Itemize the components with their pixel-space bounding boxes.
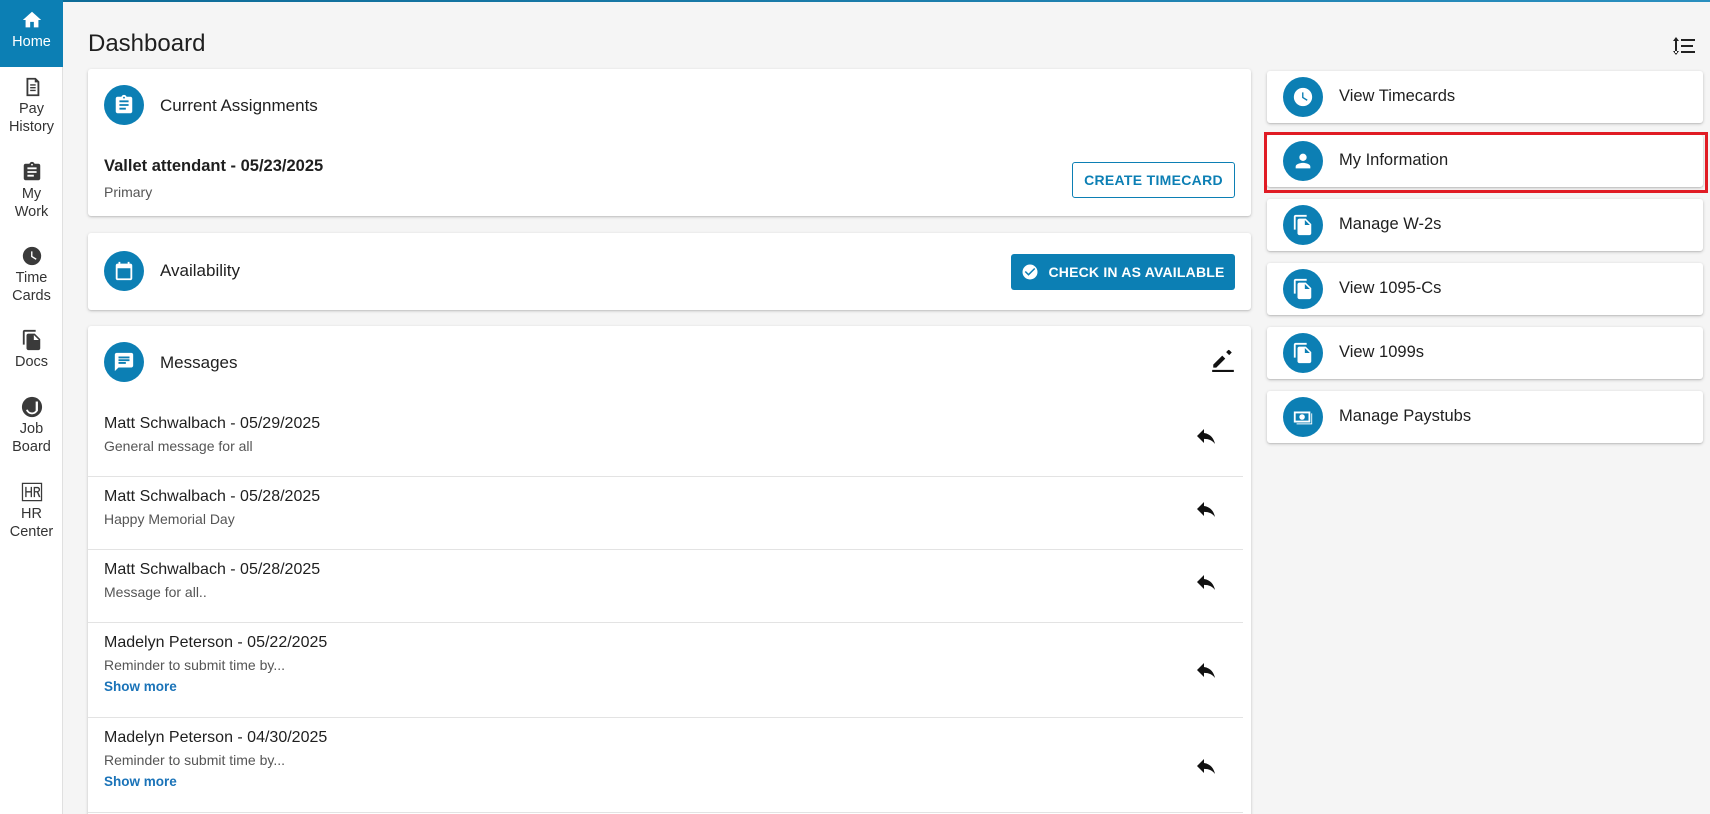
quick-link-label: View 1095-Cs — [1339, 279, 1442, 297]
quick-link-view-1095cs[interactable]: View 1095-Cs — [1267, 263, 1703, 315]
sidebar-item-job-board[interactable]: Job Board — [0, 396, 63, 456]
reorder-icon[interactable] — [1672, 34, 1696, 58]
sidebar-item-pay-history[interactable]: Pay History — [0, 76, 63, 136]
quick-link-manage-w2s[interactable]: Manage W-2s — [1267, 199, 1703, 251]
documents-icon — [1283, 333, 1323, 373]
quick-link-manage-paystubs[interactable]: Manage Paystubs — [1267, 391, 1703, 443]
message-item[interactable]: Matt Schwalbach - 05/29/2025 General mes… — [88, 404, 1243, 477]
messages-card: Messages Matt Schwalbach - 05/29/2025 Ge… — [88, 326, 1251, 814]
message-item[interactable]: Madelyn Peterson - 05/22/2025 Reminder t… — [88, 623, 1243, 718]
message-item[interactable]: Madelyn Peterson - 04/30/2025 Reminder t… — [88, 718, 1243, 813]
reply-icon[interactable] — [1194, 754, 1218, 778]
show-more-link[interactable]: Show more — [104, 774, 177, 789]
documents-icon — [21, 329, 43, 351]
clipboard-icon — [21, 161, 43, 183]
quick-link-label: My Information — [1339, 151, 1449, 169]
reply-icon[interactable] — [1194, 658, 1218, 682]
sidebar-item-time-cards[interactable]: Time Cards — [0, 245, 63, 305]
message-title: Madelyn Peterson - 04/30/2025 — [104, 729, 328, 746]
receipt-icon — [21, 76, 43, 98]
assignment-name: Vallet attendant - 05/23/2025 — [104, 157, 324, 175]
quick-link-label: View 1099s — [1339, 343, 1425, 361]
message-body: Reminder to submit time by... — [104, 657, 286, 673]
clock-icon — [21, 245, 43, 267]
reply-icon[interactable] — [1194, 497, 1218, 521]
sidebar-item-my-work[interactable]: My Work — [0, 161, 63, 221]
documents-icon — [1283, 269, 1323, 309]
job-board-icon — [21, 396, 43, 418]
availability-title: Availability — [160, 261, 241, 280]
quick-link-label: Manage Paystubs — [1339, 407, 1472, 425]
availability-card: Availability CHECK IN AS AVAILABLE — [88, 233, 1251, 310]
clock-icon — [1283, 77, 1323, 117]
hr-icon — [20, 481, 44, 503]
message-item[interactable]: Matt Schwalbach - 05/28/2025 Message for… — [88, 550, 1243, 623]
sidebar-item-docs[interactable]: Docs — [0, 329, 63, 372]
message-body: General message for all — [104, 438, 253, 454]
assignments-title: Current Assignments — [160, 96, 318, 115]
message-body: Happy Memorial Day — [104, 511, 235, 527]
sidebar-item-hr-center[interactable]: HR Center — [0, 481, 63, 541]
documents-icon — [1283, 205, 1323, 245]
message-icon — [104, 342, 144, 382]
quick-link-my-information[interactable]: My Information — [1267, 135, 1703, 187]
create-timecard-button[interactable]: CREATE TIMECARD — [1072, 162, 1235, 198]
message-item[interactable]: Matt Schwalbach - 05/28/2025 Happy Memor… — [88, 477, 1243, 550]
current-assignments-card: Current Assignments Vallet attendant - 0… — [88, 69, 1251, 216]
home-icon — [21, 9, 43, 31]
person-icon — [1283, 141, 1323, 181]
quick-link-view-timecards[interactable]: View Timecards — [1267, 71, 1703, 123]
message-title: Matt Schwalbach - 05/28/2025 — [104, 561, 321, 578]
page-title: Dashboard — [88, 30, 206, 57]
message-title: Matt Schwalbach - 05/28/2025 — [104, 488, 321, 505]
clipboard-icon — [104, 85, 144, 125]
quick-link-label: Manage W-2s — [1339, 215, 1442, 233]
paystub-icon — [1283, 397, 1323, 437]
reply-icon[interactable] — [1194, 570, 1218, 594]
quick-link-view-1099s[interactable]: View 1099s — [1267, 327, 1703, 379]
top-accent-bar — [0, 0, 1710, 2]
check-in-available-button[interactable]: CHECK IN AS AVAILABLE — [1011, 254, 1235, 290]
reply-icon[interactable] — [1194, 424, 1218, 448]
quick-link-label: View Timecards — [1339, 87, 1456, 105]
sidebar-item-home[interactable]: Home — [0, 0, 63, 67]
message-body: Reminder to submit time by... — [104, 752, 286, 768]
message-title: Madelyn Peterson - 05/22/2025 — [104, 634, 328, 651]
show-more-link[interactable]: Show more — [104, 679, 177, 694]
calendar-icon — [104, 251, 144, 291]
assignment-type: Primary — [104, 184, 153, 200]
messages-title: Messages — [160, 353, 238, 372]
sidebar: Home Pay History My Work Time Cards Docs… — [0, 0, 63, 814]
check-in-label: CHECK IN AS AVAILABLE — [1048, 264, 1225, 280]
check-circle-icon — [1021, 263, 1039, 281]
compose-icon[interactable] — [1210, 346, 1236, 372]
message-body: Message for all.. — [104, 584, 207, 600]
message-title: Matt Schwalbach - 05/29/2025 — [104, 415, 321, 432]
